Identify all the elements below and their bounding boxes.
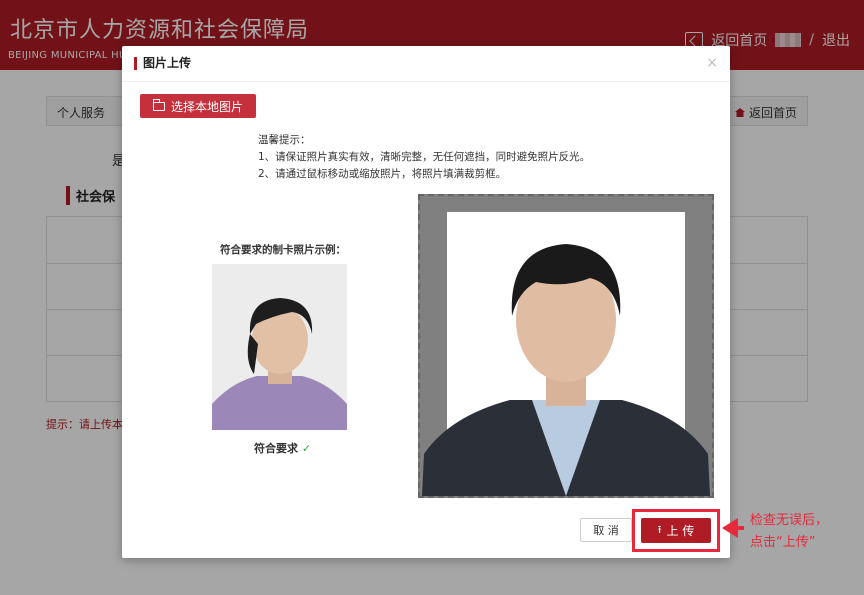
check-icon: ✓ [301, 442, 312, 455]
tips-block: 温馨提示： 1、请保证照片真实有效，清晰完整，无任何遮挡，同时避免照片反光。 2… [258, 132, 590, 183]
sample-photo-label: 符合要求的制卡照片示例： [220, 244, 346, 256]
folder-icon [152, 98, 165, 111]
upload-button[interactable]: ⭱ 上 传 [641, 518, 711, 543]
tips-heading: 温馨提示： [258, 134, 311, 146]
select-local-image-button[interactable]: 选择本地图片 [140, 94, 256, 118]
upload-arrow-icon: ⭱ [657, 523, 662, 536]
dialog-title: 图片上传 [134, 57, 191, 70]
callout-line-2: 点击“上传” [750, 535, 816, 550]
crop-area[interactable] [418, 194, 714, 498]
image-upload-dialog: 图片上传 × 选择本地图片 温馨提示： 1、请保证照片真实有效，清晰完整，无任何… [122, 46, 730, 558]
cancel-button[interactable]: 取 消 [580, 518, 632, 542]
sample-ok-label: 符合要求 ✓ [254, 440, 311, 456]
tip-item: 1、请保证照片真实有效，清晰完整，无任何遮挡，同时避免照片反光。 [258, 151, 591, 163]
tip-item: 2、请通过鼠标移动或缩放照片，将照片填满裁剪框。 [258, 168, 507, 180]
upload-highlight-box: ⭱ 上 传 [632, 509, 720, 552]
callout-line-1: 检查无误后， [750, 513, 829, 528]
uploaded-portrait-image[interactable] [420, 196, 712, 496]
dialog-header: 图片上传 × [122, 46, 730, 82]
callout-arrow-tail [736, 526, 744, 530]
callout-text: 检查无误后， 点击“上传” [750, 510, 828, 554]
close-icon[interactable]: × [706, 55, 718, 71]
sample-portrait-image [212, 264, 347, 430]
select-local-image-label: 选择本地图片 [170, 99, 243, 114]
sample-ok-text: 符合要求 [254, 442, 298, 455]
upload-button-label: 上 传 [666, 524, 695, 538]
sample-photo [212, 264, 347, 430]
